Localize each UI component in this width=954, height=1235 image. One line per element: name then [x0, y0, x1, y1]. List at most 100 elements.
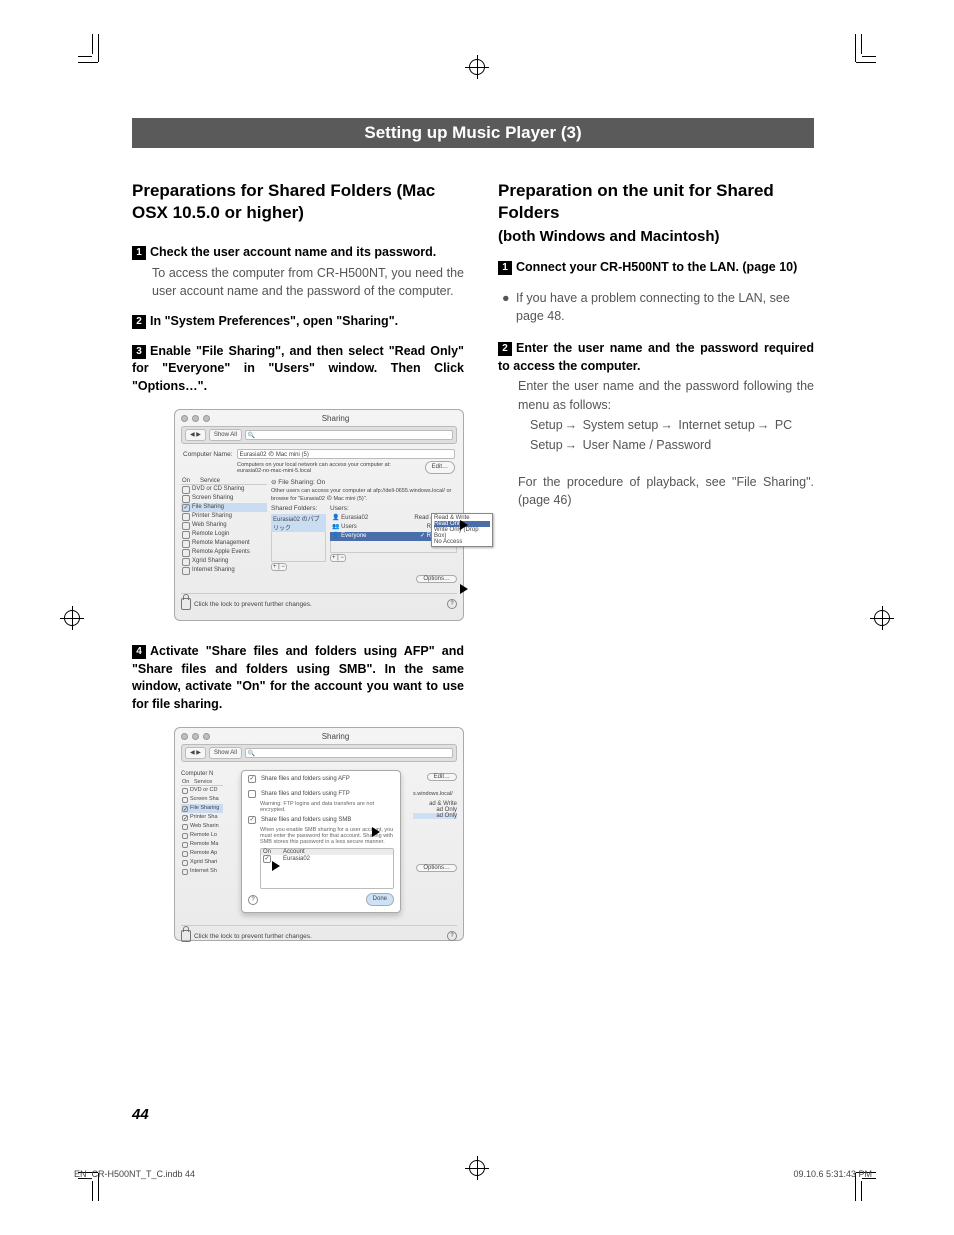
service-checkbox[interactable]	[182, 797, 188, 803]
numbox-r2: 2	[498, 342, 512, 356]
right-step-2-body: Enter the user name and the password fol…	[518, 377, 814, 415]
service-checkbox[interactable]	[182, 558, 190, 566]
permission-dropdown[interactable]: Read & Write Read Only Write Only (Drop …	[431, 513, 493, 547]
service-item[interactable]: Web Sharing	[181, 521, 267, 530]
right-subheading: (both Windows and Macintosh)	[498, 228, 814, 245]
window-title: Sharing	[214, 414, 457, 423]
callout-arrow-icon	[460, 584, 468, 594]
service-checkbox[interactable]	[182, 540, 190, 548]
service-item[interactable]: Remote Login	[181, 530, 267, 539]
step-2-head: In "System Preferences", open "Sharing".	[150, 314, 398, 328]
numbox-2: 2	[132, 315, 146, 329]
service-list: OnService DVD or CD SharingScreen Sharin…	[181, 478, 267, 585]
service-checkbox[interactable]	[182, 495, 190, 503]
computer-name-label: Computer N	[181, 771, 223, 777]
service-checkbox[interactable]	[182, 522, 190, 530]
options-button[interactable]: Options…	[416, 864, 457, 872]
traffic-light-icon	[181, 415, 188, 422]
lock-text: Click the lock to prevent further change…	[194, 933, 312, 940]
service-checkbox[interactable]	[182, 869, 188, 875]
service-checkbox[interactable]	[182, 851, 188, 857]
service-checkbox[interactable]	[182, 833, 188, 839]
service-item[interactable]: Xgrid Sharing	[181, 557, 267, 566]
help-icon[interactable]: ?	[447, 599, 457, 609]
service-item[interactable]: Internet Sharing	[181, 566, 267, 575]
service-item[interactable]: Remote Lo	[181, 831, 223, 840]
numbox-3: 3	[132, 345, 146, 359]
help-icon[interactable]: ?	[447, 931, 457, 941]
window-title: Sharing	[214, 732, 457, 741]
service-checkbox[interactable]	[182, 567, 190, 575]
service-checkbox[interactable]	[182, 549, 190, 557]
service-checkbox[interactable]	[182, 504, 190, 512]
closing-note: For the procedure of playback, see "File…	[518, 473, 814, 511]
callout-arrow-icon	[272, 861, 280, 871]
service-checkbox[interactable]	[182, 842, 188, 848]
service-item[interactable]: Printer Sharing	[181, 512, 267, 521]
right-step-2-head: Enter the user name and the password req…	[498, 341, 814, 373]
help-icon[interactable]: ?	[248, 895, 258, 905]
done-button[interactable]: Done	[366, 893, 394, 906]
service-checkbox[interactable]	[182, 531, 190, 539]
account-checkbox[interactable]	[263, 855, 271, 863]
add-remove-icon[interactable]: + | −	[271, 563, 287, 571]
service-checkbox[interactable]	[182, 513, 190, 521]
search-input[interactable]: 🔍	[245, 430, 453, 440]
service-checkbox[interactable]	[182, 860, 188, 866]
registration-mark-bottom	[465, 1156, 489, 1180]
service-item[interactable]: DVD or CD	[181, 786, 223, 795]
shared-folder-item[interactable]: Eurasia02 のパブリック	[271, 514, 326, 532]
service-item[interactable]: Xgrid Shari	[181, 858, 223, 867]
search-input[interactable]: 🔍	[245, 748, 453, 758]
back-forward-icon[interactable]: ◀ ▶	[185, 747, 206, 759]
computer-name-field[interactable]: Eurasia02 の Mac mini (5)	[237, 449, 456, 459]
arrow-icon: →	[563, 438, 580, 452]
service-checkbox[interactable]	[182, 788, 188, 794]
lock-icon[interactable]	[181, 930, 191, 942]
service-item[interactable]: DVD or CD Sharing	[181, 485, 267, 494]
service-item[interactable]: Screen Sha	[181, 795, 223, 804]
options-dialog: Share files and folders using AFP Share …	[241, 770, 401, 913]
service-item[interactable]: Remote Management	[181, 539, 267, 548]
service-item[interactable]: Internet Sh	[181, 867, 223, 876]
service-item[interactable]: Remote Ap	[181, 849, 223, 858]
service-item[interactable]: File Sharing	[181, 804, 223, 813]
numbox-4: 4	[132, 645, 146, 659]
traffic-light-icon	[203, 415, 210, 422]
afp-checkbox[interactable]	[248, 775, 256, 783]
show-all-button[interactable]: Show All	[209, 747, 242, 759]
bullet-icon: ●	[502, 289, 516, 327]
lock-icon[interactable]	[181, 598, 191, 610]
traffic-light-icon	[203, 733, 210, 740]
traffic-light-icon	[192, 415, 199, 422]
service-item[interactable]: Remote Apple Events	[181, 548, 267, 557]
computer-name-host: eurasia02-no-mac-mini-5.local	[237, 468, 421, 474]
left-column: Preparations for Shared Folders (Mac OSX…	[132, 180, 464, 963]
right-step-1-head: Connect your CR-H500NT to the LAN. (page…	[516, 260, 797, 274]
service-item[interactable]: Web Sharin	[181, 822, 223, 831]
arrow-icon: →	[658, 418, 675, 432]
options-button[interactable]: Options…	[416, 575, 457, 583]
service-checkbox[interactable]	[182, 824, 188, 830]
menu-path: Setup→ System setup→ Internet setup→ PC …	[530, 415, 814, 455]
edit-button[interactable]: Edit…	[425, 461, 455, 474]
sharing-screenshot-2: Sharing ◀ ▶ Show All 🔍 Computer N OnServ…	[174, 727, 464, 941]
service-item[interactable]: Screen Sharing	[181, 494, 267, 503]
step-1: 1Check the user account name and its pas…	[132, 244, 464, 301]
service-item[interactable]: Printer Sha	[181, 813, 223, 822]
service-checkbox[interactable]	[182, 806, 188, 812]
content-columns: Preparations for Shared Folders (Mac OSX…	[132, 180, 814, 963]
edit-button[interactable]: Edit…	[427, 773, 457, 781]
add-remove-icon[interactable]: + | −	[330, 554, 346, 562]
section-banner: Setting up Music Player (3)	[132, 118, 814, 148]
service-item[interactable]: File Sharing	[181, 503, 267, 512]
service-checkbox[interactable]	[182, 815, 188, 821]
service-item[interactable]: Remote Ma	[181, 840, 223, 849]
smb-checkbox[interactable]	[248, 816, 256, 824]
registration-mark-right	[870, 606, 894, 630]
back-forward-icon[interactable]: ◀ ▶	[185, 429, 206, 441]
ftp-checkbox[interactable]	[248, 790, 256, 798]
service-checkbox[interactable]	[182, 486, 190, 494]
show-all-button[interactable]: Show All	[209, 429, 242, 441]
right-step-1: 1Connect your CR-H500NT to the LAN. (pag…	[498, 259, 814, 277]
